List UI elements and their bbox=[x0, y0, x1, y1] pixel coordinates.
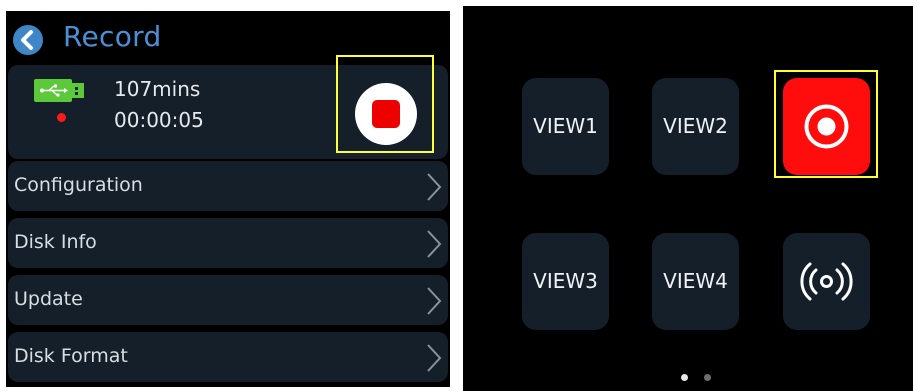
menu-item-label: Disk Format bbox=[14, 345, 128, 367]
menu-item-disk-info[interactable]: Disk Info bbox=[8, 218, 448, 268]
menu-item-update[interactable]: Update bbox=[8, 275, 448, 325]
tile-label: VIEW2 bbox=[663, 114, 728, 138]
highlight-box bbox=[336, 55, 434, 153]
remaining-time: 107mins bbox=[114, 77, 201, 101]
broadcast-icon bbox=[800, 262, 853, 301]
usb-drive-icon bbox=[34, 79, 84, 102]
menu-item-label: Update bbox=[14, 288, 83, 310]
menu-item-disk-format[interactable]: Disk Format bbox=[8, 332, 448, 382]
menu-item-label: Configuration bbox=[14, 174, 143, 196]
page-title: Record bbox=[63, 20, 162, 53]
view4-button[interactable]: VIEW4 bbox=[652, 233, 739, 330]
back-arrow-icon bbox=[21, 30, 33, 50]
view2-button[interactable]: VIEW2 bbox=[652, 78, 739, 175]
back-button[interactable] bbox=[13, 25, 43, 55]
page-indicator-dot[interactable] bbox=[704, 374, 711, 381]
tile-label: VIEW1 bbox=[533, 114, 598, 138]
highlight-box bbox=[774, 70, 878, 178]
view3-button[interactable]: VIEW3 bbox=[522, 233, 609, 330]
home-screen: VIEW1 VIEW2 VIEW3 VIEW4 bbox=[463, 6, 913, 391]
chevron-right-icon bbox=[427, 173, 442, 201]
chevron-right-icon bbox=[427, 230, 442, 258]
stream-button[interactable] bbox=[783, 233, 870, 330]
recording-indicator-dot bbox=[57, 113, 66, 122]
tile-label: VIEW3 bbox=[533, 269, 598, 293]
chevron-right-icon bbox=[427, 344, 442, 372]
page-indicator-dot-active[interactable] bbox=[681, 374, 688, 381]
view1-button[interactable]: VIEW1 bbox=[522, 78, 609, 175]
chevron-right-icon bbox=[427, 287, 442, 315]
tile-label: VIEW4 bbox=[663, 269, 728, 293]
menu-item-configuration[interactable]: Configuration bbox=[8, 161, 448, 211]
menu-item-label: Disk Info bbox=[14, 231, 97, 253]
elapsed-time: 00:00:05 bbox=[114, 108, 204, 132]
